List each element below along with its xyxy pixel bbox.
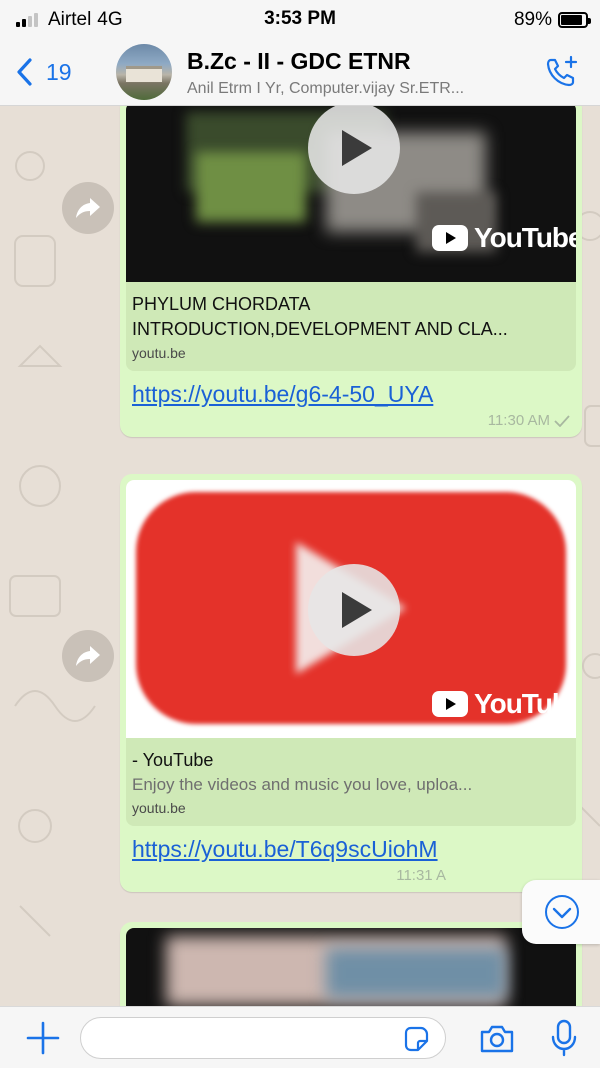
link-preview[interactable]: YouTube PHYLUM CHORDATA INTRODUCTION,DEV… — [126, 106, 576, 371]
preview-description: Enjoy the videos and music you love, upl… — [132, 775, 473, 794]
back-button[interactable]: 19 — [14, 52, 72, 92]
message-bubble[interactable] — [120, 922, 582, 1006]
message-input[interactable] — [80, 1017, 446, 1059]
message-bubble[interactable]: YouTube - YouTube Enjoy the videos and m… — [120, 474, 582, 892]
message-link[interactable]: https://youtu.be/g6-4-50_UYA — [132, 381, 570, 408]
message-meta: 11:30 AM — [126, 412, 570, 429]
chat-area[interactable]: YouTube PHYLUM CHORDATA INTRODUCTION,DEV… — [0, 106, 600, 1006]
camera-button[interactable] — [478, 1023, 516, 1055]
link-preview[interactable] — [126, 928, 576, 1006]
video-thumbnail[interactable]: YouTube — [126, 480, 576, 738]
message-composer — [0, 1006, 600, 1068]
youtube-logo: YouTube — [432, 222, 576, 254]
sent-check-icon — [554, 414, 570, 427]
plus-icon — [26, 1021, 60, 1055]
youtube-icon — [432, 225, 468, 251]
preview-title: - YouTube — [132, 750, 214, 770]
microphone-button[interactable] — [550, 1019, 578, 1057]
video-thumbnail[interactable] — [126, 928, 576, 1006]
add-call-icon — [546, 55, 578, 87]
scroll-to-bottom-button[interactable] — [522, 880, 600, 944]
preview-text: PHYLUM CHORDATA INTRODUCTION,DEVELOPMENT… — [126, 282, 576, 371]
sticker-icon — [404, 1026, 429, 1052]
unread-count: 19 — [46, 58, 72, 85]
chevron-left-icon — [17, 58, 32, 86]
add-call-button[interactable] — [544, 54, 580, 90]
forward-icon — [76, 646, 100, 666]
group-title[interactable]: B.Zc - II - GDC ETNR — [187, 48, 411, 75]
status-time: 3:53 PM — [264, 8, 336, 29]
video-thumbnail[interactable]: YouTube — [126, 106, 576, 282]
message-time: 11:30 AM — [487, 412, 550, 429]
message-meta: 11:31 A — [126, 867, 446, 884]
status-right: 89% — [513, 9, 591, 31]
message-link[interactable]: https://youtu.be/T6q9scUiohM — [132, 836, 570, 863]
forward-button[interactable] — [62, 182, 114, 234]
chat-header: 19 B.Zc - II - GDC ETNR Anil Etrm I Yr, … — [0, 40, 600, 106]
chevron-down-circle-icon — [545, 895, 579, 929]
microphone-icon — [551, 1019, 577, 1057]
preview-title: PHYLUM CHORDATA INTRODUCTION,DEVELOPMENT… — [132, 294, 508, 339]
play-icon — [342, 592, 372, 628]
group-members[interactable]: Anil Etrm I Yr, Computer.vijay Sr.ETR... — [187, 80, 527, 98]
preview-domain: youtu.be — [132, 800, 186, 816]
status-bar: Airtel 4G 3:53 PM 89% — [0, 0, 600, 40]
forward-icon — [76, 198, 100, 218]
preview-domain: youtu.be — [132, 345, 186, 361]
battery-icon — [558, 12, 591, 28]
preview-text: - YouTube Enjoy the videos and music you… — [126, 738, 576, 826]
youtube-icon — [432, 691, 468, 717]
message-time: 11:31 A — [396, 867, 446, 884]
play-button[interactable] — [308, 106, 400, 194]
link-preview[interactable]: YouTube - YouTube Enjoy the videos and m… — [126, 480, 576, 826]
youtube-brand: YouTube — [474, 688, 576, 719]
message-bubble[interactable]: YouTube PHYLUM CHORDATA INTRODUCTION,DEV… — [120, 106, 582, 437]
attach-button[interactable] — [24, 1019, 62, 1057]
avatar[interactable] — [116, 44, 172, 100]
play-icon — [342, 130, 372, 166]
sticker-button[interactable] — [402, 1025, 430, 1053]
youtube-brand: YouTube — [474, 222, 576, 253]
battery-percent: 89% — [513, 9, 552, 30]
youtube-logo: YouTube — [432, 688, 576, 720]
camera-icon — [480, 1025, 514, 1053]
play-button[interactable] — [308, 564, 400, 656]
forward-button[interactable] — [62, 630, 114, 682]
